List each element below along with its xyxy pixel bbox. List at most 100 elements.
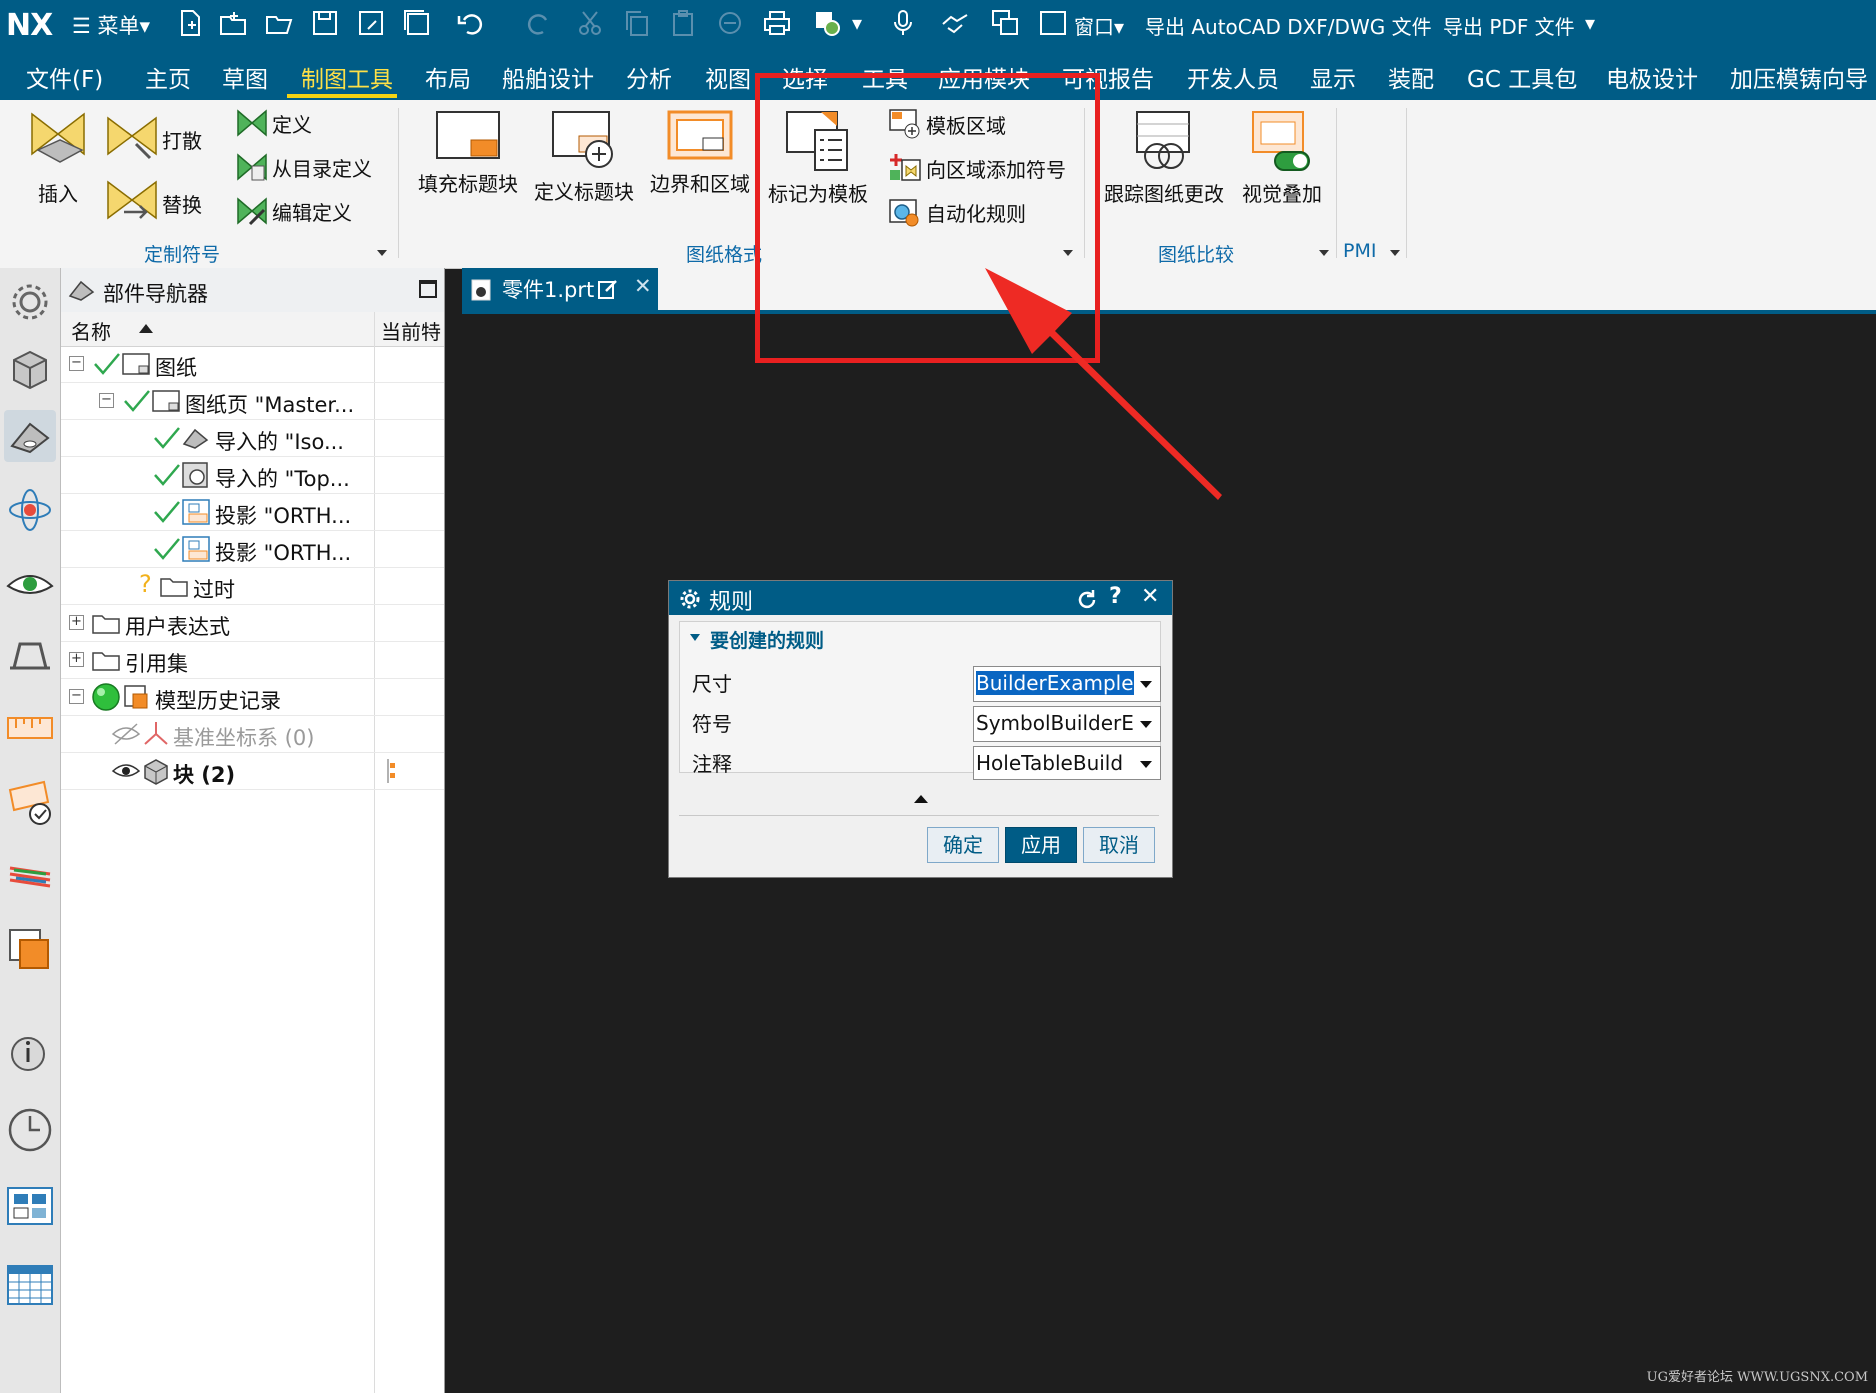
collapse-dialog-icon[interactable] (914, 795, 928, 803)
group-overflow-icon[interactable] (377, 250, 387, 256)
export-pdf-button[interactable]: 导出 PDF 文件 (1443, 11, 1575, 40)
sort-ascending-icon[interactable] (139, 324, 153, 333)
define-symbol-button[interactable]: 定义 (236, 108, 312, 138)
tree-row-view[interactable]: 投影 "ORTH... (61, 494, 444, 531)
toolbar-dropdown-icon[interactable]: ▾ (852, 11, 862, 35)
collapse-toggle-icon[interactable]: − (99, 393, 114, 408)
microphone-icon[interactable] (888, 8, 918, 38)
column-name[interactable]: 名称 (71, 316, 111, 345)
dropdown-arrow-icon[interactable] (1140, 761, 1152, 768)
tree-row-reference-sets[interactable]: + 引用集 (61, 642, 444, 679)
ok-button[interactable]: 确定 (927, 827, 999, 863)
borders-zones-button[interactable]: 边界和区域 (648, 110, 752, 197)
visual-overlay-button[interactable]: 视觉叠加 (1234, 110, 1330, 207)
annotation-rule-select[interactable]: HoleTableBuild (973, 746, 1161, 780)
print-icon[interactable] (762, 8, 792, 38)
tree-row-view[interactable]: 投影 "ORTH... (61, 531, 444, 568)
reset-icon[interactable] (1077, 589, 1097, 609)
tree-row-datum-csys[interactable]: 基准坐标系 (0) (61, 716, 444, 753)
view-eye-icon[interactable] (4, 558, 56, 610)
tab-drafting-tools[interactable]: 制图工具 (301, 60, 393, 94)
open-folder-icon[interactable] (218, 8, 248, 38)
new-file-icon[interactable] (175, 8, 205, 38)
group-overflow-icon[interactable] (1390, 250, 1400, 256)
undo-icon[interactable] (455, 8, 485, 38)
quick-access-overflow[interactable]: ▾ (1585, 11, 1595, 35)
help-icon[interactable]: ? (1109, 584, 1122, 609)
assembly-navigator-icon[interactable] (4, 344, 56, 396)
tab-ship-design[interactable]: 船舶设计 (502, 60, 594, 94)
expand-toggle-icon[interactable]: + (69, 652, 84, 667)
dialog-title-bar[interactable]: 规则 ? ✕ (669, 581, 1172, 615)
edit-document-icon[interactable] (597, 278, 619, 300)
handshake-icon[interactable] (940, 8, 970, 38)
tree-row-drawing[interactable]: − 图纸 (61, 346, 444, 383)
constraint-navigator-icon[interactable] (4, 484, 56, 536)
tree-row-view[interactable]: 导入的 "Top... (61, 457, 444, 494)
define-title-block-button[interactable]: 定义标题块 (532, 110, 636, 205)
tree-row-outdated[interactable]: ? 过时 (61, 568, 444, 605)
collapse-toggle-icon[interactable]: − (69, 356, 84, 371)
tab-gc-toolkit[interactable]: GC 工具包 (1467, 60, 1577, 94)
track-drawing-changes-button[interactable]: 跟踪图纸更改 (1100, 110, 1228, 207)
settings-icon[interactable] (4, 276, 56, 328)
group-overflow-icon[interactable] (1319, 250, 1329, 256)
palette-icon[interactable] (4, 922, 56, 974)
tab-sketch[interactable]: 草图 (222, 60, 268, 94)
mold-icon[interactable] (4, 630, 56, 682)
explode-symbol-button[interactable]: 打散 (106, 114, 202, 164)
dimension-rule-select[interactable]: BuilderExample (973, 666, 1161, 702)
tab-home[interactable]: 主页 (145, 60, 191, 94)
spreadsheet-icon[interactable] (4, 1258, 56, 1310)
column-current-feature[interactable]: 当前特 (381, 316, 441, 345)
export-dxf-button[interactable]: 导出 AutoCAD DXF/DWG 文件 (1145, 11, 1432, 40)
expand-toggle-icon[interactable]: + (69, 615, 84, 630)
history-clock-icon[interactable] (4, 1104, 56, 1156)
save-icon[interactable] (310, 8, 340, 38)
window-menu[interactable]: 窗口▾ (1074, 11, 1124, 40)
tab-part-file[interactable]: 零件1.prt ✕ (462, 268, 658, 310)
maximize-icon[interactable] (419, 280, 437, 298)
window-cascade-icon[interactable] (990, 8, 1020, 38)
analysis-colors-icon[interactable] (4, 848, 56, 900)
close-icon[interactable]: ✕ (1141, 584, 1159, 609)
tab-display[interactable]: 显示 (1310, 60, 1356, 94)
tab-analysis[interactable]: 分析 (626, 60, 672, 94)
insert-symbol-button[interactable]: 插入 (18, 108, 98, 207)
replace-symbol-button[interactable]: 替换 (106, 178, 202, 228)
group-label-pmi[interactable]: PMI (1343, 240, 1376, 262)
tree-row-user-expressions[interactable]: + 用户表达式 (61, 605, 444, 642)
dropdown-arrow-icon[interactable] (1140, 681, 1152, 688)
tree-row-sheet[interactable]: − 图纸页 "Master... (61, 383, 444, 420)
ruler-icon[interactable] (4, 702, 56, 754)
symbol-rule-select[interactable]: SymbolBuilderE (973, 706, 1161, 742)
tab-assemblies[interactable]: 装配 (1388, 60, 1434, 94)
tab-view[interactable]: 视图 (705, 60, 751, 94)
tab-die-casting[interactable]: 加压模铸向导 (1730, 60, 1868, 94)
edit-definition-button[interactable]: 编辑定义 (236, 196, 352, 226)
close-tab-icon[interactable]: ✕ (634, 274, 652, 298)
fill-title-block-button[interactable]: 填充标题块 (416, 110, 520, 197)
open-icon[interactable] (264, 8, 294, 38)
collapse-toggle-icon[interactable]: − (69, 689, 84, 704)
cancel-button[interactable]: 取消 (1083, 827, 1155, 863)
part-navigator-icon[interactable] (4, 410, 56, 462)
apply-button[interactable]: 应用 (1005, 827, 1077, 863)
tab-file[interactable]: 文件(F) (26, 60, 103, 94)
window-icon[interactable] (1038, 8, 1068, 38)
save-all-icon[interactable] (402, 8, 432, 38)
tab-layout[interactable]: 布局 (425, 60, 471, 94)
check-drawing-icon[interactable] (4, 776, 56, 828)
tree-row-block[interactable]: 块 (2) (61, 753, 444, 790)
tree-row-view[interactable]: 导入的 "Iso... (61, 420, 444, 457)
menu-button[interactable]: ☰ 菜单▾ (72, 10, 150, 40)
section-title[interactable]: 要创建的规则 (710, 626, 824, 653)
save-as-icon[interactable] (356, 8, 386, 38)
tab-developer[interactable]: 开发人员 (1187, 60, 1279, 94)
layout-panels-icon[interactable] (4, 1180, 56, 1232)
tree-row-model-history[interactable]: − 模型历史记录 (61, 679, 444, 716)
tab-electrode-design[interactable]: 电极设计 (1606, 60, 1698, 94)
touch-mode-icon[interactable] (812, 8, 842, 38)
dropdown-arrow-icon[interactable] (1140, 721, 1152, 728)
info-icon[interactable] (4, 1026, 56, 1078)
